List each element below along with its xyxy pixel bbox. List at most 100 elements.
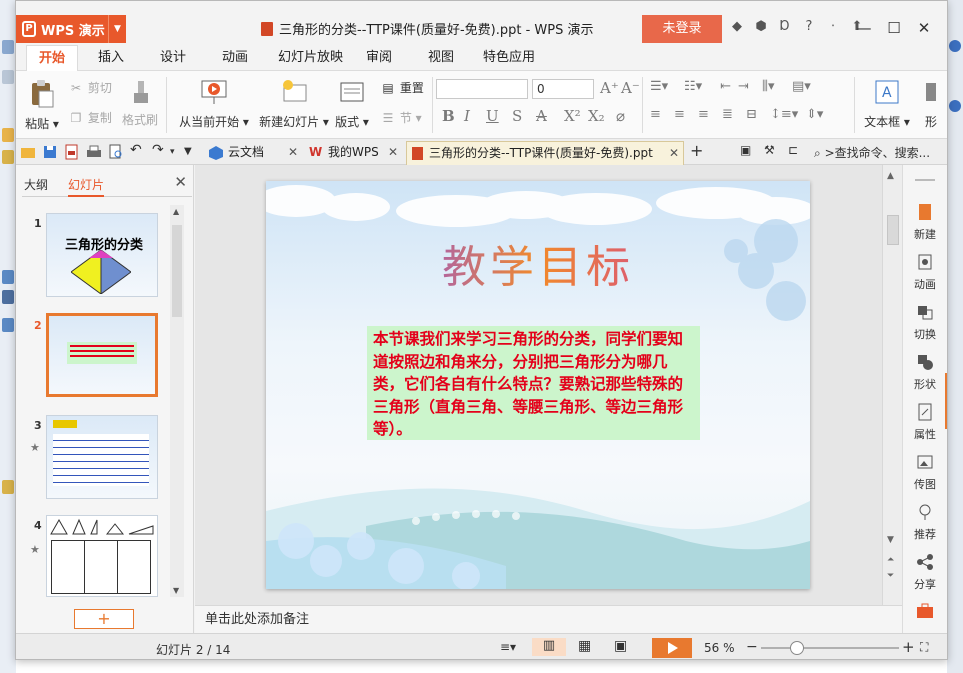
slide-sorter-icon[interactable]: ▦ bbox=[578, 638, 598, 656]
justify-icon[interactable]: ≣ bbox=[722, 107, 733, 122]
scroll-thumb[interactable] bbox=[887, 215, 899, 245]
subscript-icon[interactable]: X₂ bbox=[588, 107, 605, 125]
close-icon[interactable]: ✕ bbox=[909, 16, 939, 40]
command-search[interactable]: ⌕ >查找命令、搜索... bbox=[814, 144, 930, 161]
tab-animation[interactable]: 动画 bbox=[210, 45, 260, 71]
zoom-slider[interactable] bbox=[761, 647, 899, 649]
help-icon[interactable]: ? bbox=[800, 19, 818, 34]
italic-icon[interactable]: I bbox=[464, 107, 470, 125]
clear-format-icon[interactable]: ⌀ bbox=[616, 107, 625, 125]
text-direction-icon[interactable]: ⫼▾ bbox=[762, 79, 775, 94]
grow-font-icon[interactable]: A⁺ bbox=[600, 79, 619, 97]
maximize-icon[interactable]: ☐ bbox=[879, 16, 909, 40]
normal-view-icon[interactable]: ▥ bbox=[532, 638, 566, 656]
cut-button[interactable]: ✂ 剪切 bbox=[68, 79, 112, 97]
hexagon-icon[interactable]: ⬢ bbox=[752, 19, 770, 34]
copy-button[interactable]: ❐ 复制 bbox=[68, 109, 112, 127]
paste-button[interactable]: 粘贴 ▾ bbox=[24, 79, 60, 132]
sidebar-transition[interactable]: 切换 bbox=[903, 303, 947, 342]
slide-thumbnail-4[interactable] bbox=[46, 515, 158, 597]
chevron-down-icon[interactable]: ▼ bbox=[108, 15, 126, 43]
scroll-up-icon[interactable]: ▲ bbox=[887, 171, 894, 181]
tab-list-icon[interactable]: ▼ bbox=[184, 146, 200, 162]
columns-icon[interactable]: ▤▾ bbox=[792, 79, 811, 94]
layout-button[interactable]: 版式 ▾ bbox=[334, 77, 370, 130]
tab-home[interactable]: 开始 bbox=[26, 45, 79, 71]
collapse-icon[interactable]: ⊏ bbox=[788, 143, 804, 159]
play-slideshow-button[interactable] bbox=[652, 638, 692, 658]
print-icon[interactable] bbox=[86, 144, 102, 160]
close-icon[interactable]: ✕ bbox=[288, 141, 298, 163]
slide-thumbnail-2[interactable] bbox=[46, 313, 158, 397]
slide-title[interactable]: 教学目标 bbox=[266, 231, 810, 295]
zoom-slider-knob[interactable] bbox=[790, 641, 804, 655]
shrink-font-icon[interactable]: A⁻ bbox=[621, 79, 640, 97]
slide-thumbnail-3[interactable] bbox=[46, 415, 158, 499]
next-slide-icon[interactable]: ⏷ bbox=[887, 571, 894, 581]
sidebar-upload-image[interactable]: 传图 bbox=[903, 453, 947, 492]
open-folder-icon[interactable] bbox=[20, 144, 36, 160]
font-size-combo[interactable]: 0 bbox=[532, 79, 594, 99]
tab-review[interactable]: 审阅 bbox=[354, 45, 404, 71]
notes-toggle-icon[interactable]: ≡▾ bbox=[500, 640, 520, 658]
line-spacing-icon[interactable]: ↕≡▾ bbox=[770, 107, 798, 122]
redo-icon[interactable]: ↷ bbox=[152, 142, 168, 158]
distribute-icon[interactable]: ⊟ bbox=[746, 107, 757, 122]
more-icon[interactable]: ⋅ bbox=[824, 19, 842, 34]
tab-insert[interactable]: 插入 bbox=[86, 45, 136, 71]
undo-icon[interactable]: ↶ bbox=[130, 142, 146, 158]
slide-thumbnail-1[interactable]: 三角形的分类 bbox=[46, 213, 158, 297]
feedback-icon[interactable]: Ɒ bbox=[776, 19, 794, 34]
align-left-icon[interactable]: ≡ bbox=[650, 107, 661, 122]
zoom-in-icon[interactable]: + bbox=[902, 638, 915, 656]
slide-scrollbar[interactable]: ▲ ▼ ⏶ ⏷ bbox=[882, 165, 902, 605]
shadow-icon[interactable]: S bbox=[512, 107, 522, 125]
close-panel-icon[interactable]: ✕ bbox=[174, 173, 187, 191]
indent-icon[interactable]: ⇥ bbox=[738, 79, 749, 94]
tab-outline[interactable]: 大纲 bbox=[24, 175, 48, 195]
tab-special[interactable]: 特色应用 bbox=[471, 45, 547, 71]
sidebar-new[interactable]: 新建 bbox=[903, 203, 947, 242]
scroll-down-icon[interactable]: ▼ bbox=[887, 535, 894, 545]
scroll-thumb[interactable] bbox=[172, 225, 182, 317]
bullet-list-icon[interactable]: ☰▾ bbox=[650, 79, 668, 94]
export-pdf-icon[interactable] bbox=[64, 144, 80, 160]
reset-button[interactable]: ▤ 重置 bbox=[380, 79, 424, 97]
sidebar-recommend[interactable]: 推荐 bbox=[903, 503, 947, 542]
bold-icon[interactable]: B bbox=[442, 107, 455, 125]
tab-my-wps[interactable]: W 我的WPS ✕ bbox=[306, 141, 402, 165]
tab-current-document[interactable]: 三角形的分类--TTP课件(质量好-免费).ppt ✕ bbox=[406, 141, 684, 165]
tools-icon[interactable]: ⚒ bbox=[764, 143, 780, 159]
tab-slides[interactable]: 幻灯片 bbox=[68, 175, 105, 197]
screen-icon[interactable]: ▣ bbox=[740, 143, 756, 159]
sidebar-collapse-handle[interactable] bbox=[945, 373, 947, 429]
play-from-current-button[interactable]: 从当前开始 ▾ bbox=[174, 77, 254, 130]
tab-view[interactable]: 视图 bbox=[416, 45, 466, 71]
slide-body-text[interactable]: 本节课我们来学习三角形的分类，同学们要知道按照边和角来分，分别把三角形分为哪几类… bbox=[367, 326, 700, 440]
close-icon[interactable]: ✕ bbox=[388, 141, 398, 163]
close-icon[interactable]: ✕ bbox=[669, 142, 679, 164]
outdent-icon[interactable]: ⇤ bbox=[720, 79, 731, 94]
underline-icon[interactable]: U bbox=[486, 107, 499, 125]
align-center-icon[interactable]: ≡ bbox=[674, 107, 685, 122]
login-button[interactable]: 未登录 bbox=[642, 15, 722, 43]
current-slide[interactable]: 教学目标 本节课我们来学习三角形的分类，同学们要知道按照边和角来分，分别把三角形… bbox=[266, 181, 810, 589]
previous-slide-icon[interactable]: ⏶ bbox=[887, 555, 894, 565]
new-slide-button[interactable]: 新建幻灯片 ▾ bbox=[254, 77, 334, 130]
toolbox-icon[interactable] bbox=[916, 603, 934, 619]
print-preview-icon[interactable] bbox=[108, 144, 124, 160]
sidebar-properties[interactable]: 属性 bbox=[903, 403, 947, 442]
strikethrough-icon[interactable]: A bbox=[536, 107, 547, 125]
minimize-icon[interactable]: — bbox=[849, 16, 879, 40]
scroll-down-icon[interactable]: ▼ bbox=[173, 586, 179, 595]
wps-app-menu-button[interactable]: P WPS 演示 ▼ bbox=[16, 15, 126, 43]
add-slide-button[interactable]: + bbox=[74, 609, 134, 629]
notes-pane[interactable]: 单击此处添加备注 bbox=[195, 605, 902, 633]
skin-icon[interactable]: ◆ bbox=[728, 19, 746, 34]
tab-design[interactable]: 设计 bbox=[148, 45, 198, 71]
new-tab-icon[interactable]: + bbox=[690, 141, 706, 160]
font-name-combo[interactable] bbox=[436, 79, 528, 99]
thumbnail-scrollbar[interactable]: ▲ ▼ bbox=[170, 205, 184, 597]
save-icon[interactable] bbox=[42, 144, 58, 160]
shape-button[interactable]: 形 bbox=[916, 77, 946, 130]
